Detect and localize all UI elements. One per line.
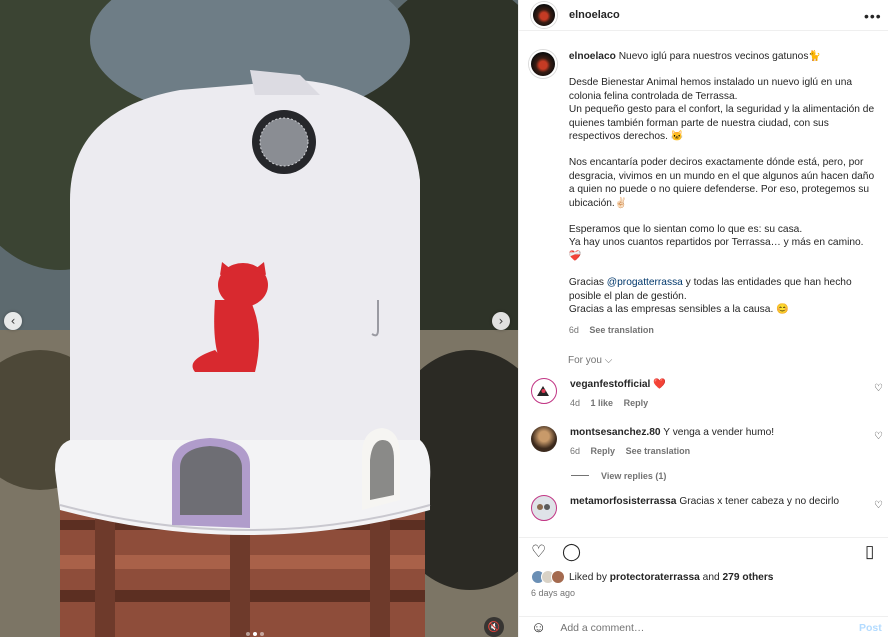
post-comment-button[interactable]: Post (859, 622, 882, 634)
caption-text-1: Nuevo iglú para nuestros vecinos gatunos… (618, 51, 822, 62)
replies-divider (571, 475, 589, 477)
post-date: 6 days ago (531, 588, 576, 598)
author-username[interactable]: elnoelaco (569, 9, 620, 21)
post-caption: elnoelaco Nuevo iglú para nuestros vecin… (519, 31, 888, 337)
comment-meta: 6d Reply See translation (570, 445, 860, 458)
comment-age: 6d (570, 445, 581, 456)
comment-text: Y venga a vender humo! (663, 426, 775, 438)
post-actions: ♡ ◯ ▯ Liked by protectoraterrassa and 27… (519, 537, 888, 637)
view-replies-label: View replies (1) (601, 470, 667, 481)
caption-paragraph-5: Gracias @progatterrassa y todas las enti… (569, 276, 877, 316)
reply-link[interactable]: Reply (624, 398, 649, 408)
mute-toggle-button[interactable]: 🔇 (484, 617, 504, 637)
comment-sort-label: For you (568, 354, 602, 366)
comment-age: 4d (570, 397, 581, 408)
caption-body: elnoelaco Nuevo iglú para nuestros vecin… (569, 50, 877, 337)
post-media[interactable]: ‹ › 🔇 (0, 0, 518, 637)
liked-by: Liked by protectoraterrassa and 279 othe… (519, 568, 888, 584)
chevron-down-icon: ⌵ (604, 354, 613, 366)
like-heart-icon[interactable]: ♡ (531, 542, 546, 562)
post-side-panel: elnoelaco ••• elnoelaco Nuevo iglú para … (518, 0, 888, 637)
add-comment-bar: ☺ Add a comment… Post (519, 616, 888, 637)
see-translation-link[interactable]: See translation (626, 446, 691, 456)
speaker-muted-icon: 🔇 (487, 621, 501, 633)
carousel-dot (260, 632, 264, 636)
caption-text-5a: Gracias (568, 277, 607, 289)
igloo-photo (0, 0, 518, 637)
carousel-dot (253, 632, 257, 636)
commenter-username[interactable]: metamorfosisterrassa (570, 496, 676, 507)
caption-paragraph-3: Nos encantaría poder deciros exactamente… (568, 157, 875, 209)
commenter-avatar[interactable] (531, 377, 557, 404)
liker-avatars (531, 570, 565, 584)
caption-username[interactable]: elnoelaco (569, 51, 616, 62)
likes-count-link[interactable]: 279 others (723, 572, 774, 583)
comment-item: metamorfosisterrassa Gracias x tener cab… (519, 481, 888, 521)
commenter-username[interactable]: veganfestofficial (570, 379, 650, 390)
mention-link[interactable]: @progatterrassa (607, 277, 683, 288)
comment-text: Gracias x tener cabeza y no decirlo (679, 495, 839, 507)
post-header: elnoelaco ••• (519, 0, 888, 31)
view-replies-button[interactable]: View replies (1) (519, 458, 888, 481)
liked-by-prefix: Liked by (569, 571, 607, 583)
carousel-next-button[interactable]: › (492, 312, 510, 330)
caption-age: 6d (568, 324, 579, 335)
author-avatar[interactable] (531, 2, 557, 28)
see-translation-link[interactable]: See translation (589, 325, 654, 335)
comment-body: montsesanchez.80 Y venga a vender humo! … (570, 426, 860, 458)
comment-item: veganfestofficial ❤️ 4d 1 like Reply ♡ (519, 366, 888, 410)
caption-paragraph-1: elnoelaco Nuevo iglú para nuestros vecin… (569, 50, 877, 63)
more-options-icon[interactable]: ••• (864, 8, 882, 24)
emoji-smiley-icon[interactable]: ☺ (531, 619, 546, 636)
carousel-prev-button[interactable]: ‹ (4, 312, 22, 330)
commenter-avatar[interactable] (531, 494, 557, 521)
liked-by-user-link[interactable]: protectoraterrassa (610, 572, 700, 583)
caption-author-avatar[interactable] (529, 50, 557, 78)
comment-body: veganfestofficial ❤️ 4d 1 like Reply (570, 378, 860, 410)
liker-avatar (551, 570, 565, 584)
add-comment-input[interactable]: Add a comment… (560, 622, 644, 634)
comment-text: ❤️ (653, 378, 666, 390)
save-bookmark-icon[interactable]: ▯ (865, 542, 874, 562)
liked-by-and: and (702, 571, 720, 583)
comment-bubble-icon[interactable]: ◯ (562, 542, 581, 562)
commenter-avatar[interactable] (531, 425, 557, 452)
like-comment-heart-icon[interactable]: ♡ (874, 383, 883, 394)
caption-meta: 6d See translation (569, 324, 877, 337)
chevron-left-icon: ‹ (10, 314, 16, 328)
caption-paragraph-2: Desde Bienestar Animal hemos instalado u… (568, 77, 875, 143)
like-comment-heart-icon[interactable]: ♡ (874, 431, 883, 442)
comment-body: metamorfosisterrassa Gracias x tener cab… (570, 495, 860, 521)
chevron-right-icon: › (498, 314, 504, 328)
caption-paragraph-4: Esperamos que lo sientan como lo que es:… (568, 224, 864, 262)
comment-item: montsesanchez.80 Y venga a vender humo! … (519, 410, 888, 458)
like-comment-heart-icon[interactable]: ♡ (874, 500, 883, 511)
carousel-indicator (246, 632, 264, 636)
commenter-username[interactable]: montsesanchez.80 (570, 427, 661, 438)
reply-link[interactable]: Reply (591, 446, 616, 456)
comments-scroll-area[interactable]: elnoelaco Nuevo iglú para nuestros vecin… (519, 31, 888, 537)
carousel-dot (246, 632, 250, 636)
comment-sort-dropdown[interactable]: For you ⌵ (519, 337, 888, 366)
action-icons: ♡ ◯ ▯ (519, 538, 888, 568)
comment-likes-link[interactable]: 1 like (591, 398, 614, 408)
comment-meta: 4d 1 like Reply (570, 397, 860, 410)
